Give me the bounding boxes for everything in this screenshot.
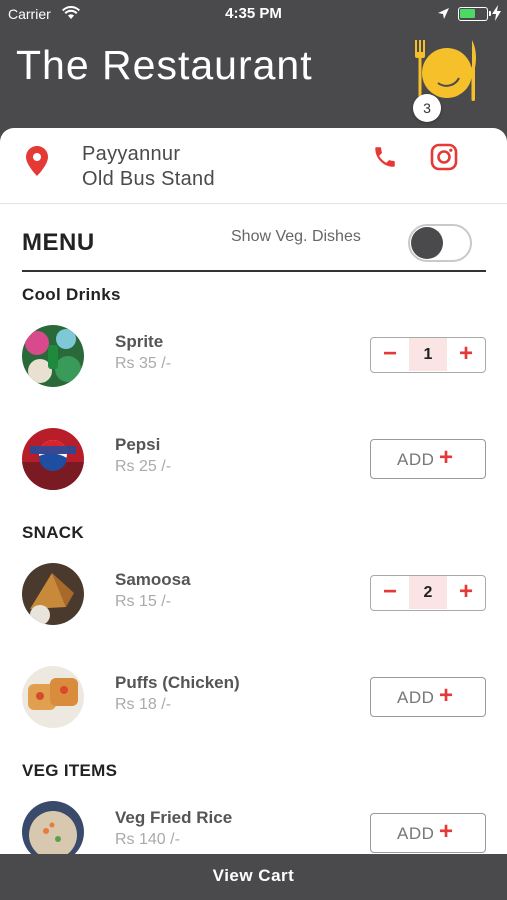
clock: 4:35 PM: [225, 5, 282, 22]
decrease-button[interactable]: −: [371, 338, 409, 371]
item-price: Rs 35 /-: [115, 355, 172, 372]
location-bar: Payyannur Old Bus Stand: [0, 128, 507, 204]
item-thumbnail: [22, 563, 84, 625]
item-price: Rs 18 /-: [115, 696, 172, 713]
address-line-1: Payyannur: [82, 143, 181, 165]
item-name: Pepsi: [115, 435, 161, 454]
item-thumbnail: [22, 666, 84, 728]
menu-item: Sprite Rs 35 /- − 1 +: [0, 325, 507, 397]
phone-icon[interactable]: [372, 144, 398, 175]
location-arrow-icon: [437, 7, 450, 23]
item-thumbnail: [22, 801, 84, 854]
item-price: Rs 140 /-: [115, 831, 180, 848]
menu-item: Veg Fried Rice Rs 140 /- ADD +: [0, 801, 507, 854]
menu-title: MENU: [22, 229, 95, 256]
plus-icon: +: [439, 818, 454, 845]
item-price: Rs 25 /-: [115, 458, 172, 475]
charging-icon: [492, 5, 501, 24]
plus-icon: +: [439, 444, 454, 471]
menu-item: Puffs (Chicken) Rs 18 /- ADD +: [0, 666, 507, 738]
section-title-snack: SNACK: [22, 523, 84, 542]
item-thumbnail: [22, 428, 84, 490]
section-title-veg-items: VEG ITEMS: [22, 761, 118, 780]
content-sheet: Payyannur Old Bus Stand MENU Show Veg. D…: [0, 128, 507, 854]
increase-button[interactable]: +: [447, 338, 485, 371]
decrease-button[interactable]: −: [371, 576, 409, 609]
veg-dishes-toggle[interactable]: [408, 224, 472, 262]
app-header: The Restaurant 3: [0, 28, 507, 128]
instagram-icon[interactable]: [430, 143, 458, 176]
veg-toggle-label: Show Veg. Dishes: [231, 228, 361, 245]
item-name: Samoosa: [115, 570, 191, 589]
add-label: ADD: [397, 688, 435, 707]
item-name: Puffs (Chicken): [115, 673, 240, 692]
add-button[interactable]: ADD +: [370, 677, 486, 717]
quantity-stepper: − 2 +: [370, 575, 486, 611]
add-button[interactable]: ADD +: [370, 439, 486, 479]
address: Payyannur Old Bus Stand: [82, 142, 215, 192]
battery-icon: [458, 7, 491, 21]
add-label: ADD: [397, 824, 435, 843]
toggle-knob: [411, 227, 443, 259]
quantity-value: 2: [409, 576, 447, 609]
increase-button[interactable]: +: [447, 576, 485, 609]
menu-item: Pepsi Rs 25 /- ADD +: [0, 428, 507, 500]
item-name: Sprite: [115, 332, 164, 351]
add-label: ADD: [397, 450, 435, 469]
restaurant-title: The Restaurant: [16, 42, 313, 88]
quantity-value: 1: [409, 338, 447, 371]
cart-count-badge: 3: [413, 94, 441, 122]
menu-header: MENU Show Veg. Dishes: [22, 224, 486, 272]
item-thumbnail: [22, 325, 84, 387]
address-line-2: Old Bus Stand: [82, 168, 215, 190]
menu-item: Samoosa Rs 15 /- − 2 +: [0, 563, 507, 635]
status-bar: Carrier 4:35 PM: [0, 0, 507, 28]
item-name: Veg Fried Rice: [115, 808, 233, 827]
section-title-cool-drinks: Cool Drinks: [22, 285, 121, 304]
add-button[interactable]: ADD +: [370, 813, 486, 853]
view-cart-button[interactable]: View Cart: [0, 854, 507, 900]
plus-icon: +: [439, 682, 454, 709]
quantity-stepper: − 1 +: [370, 337, 486, 373]
map-pin-icon[interactable]: [26, 146, 48, 181]
item-price: Rs 15 /-: [115, 593, 172, 610]
